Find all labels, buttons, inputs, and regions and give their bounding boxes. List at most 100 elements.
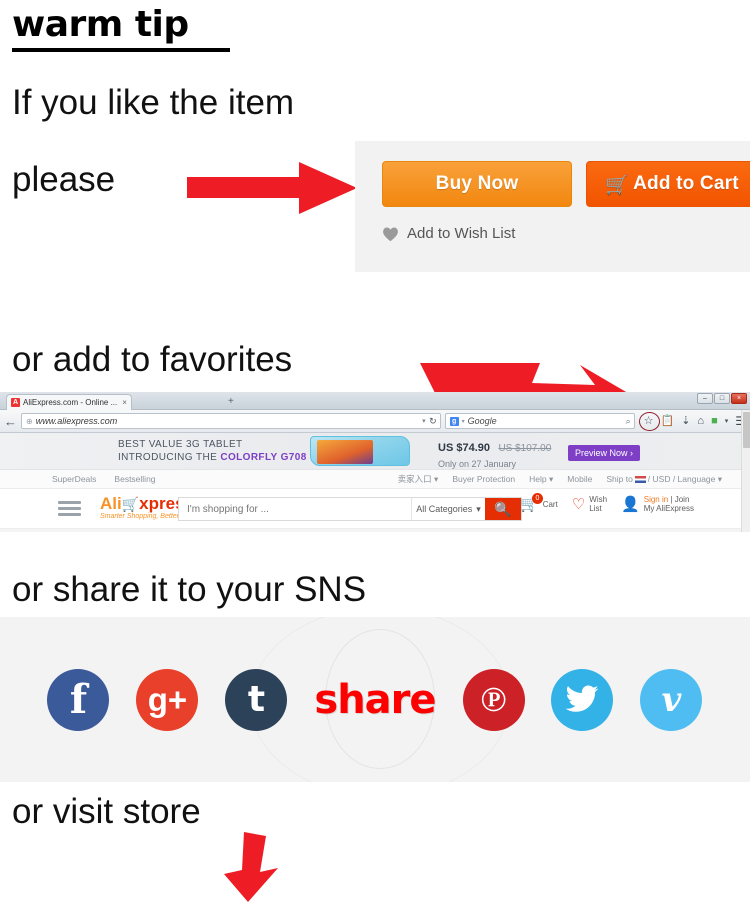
- wish-line-1: Wish: [589, 495, 608, 504]
- promo-line-2-prefix: INTRODUCING THE: [118, 452, 221, 463]
- star-highlight-circle: [638, 411, 660, 431]
- browser-tab[interactable]: A AliExpress.com - Online ... ×: [6, 394, 132, 410]
- promo-price-current: US $74.90: [438, 442, 490, 454]
- header-actions: 🛒 0 Cart ♡ Wish List 👤 Sign in | Join My A…: [520, 492, 694, 513]
- new-tab-button[interactable]: +: [228, 396, 234, 407]
- download-icon[interactable]: ⇣: [681, 415, 690, 427]
- promo-line-2: INTRODUCING THE COLORFLY G708: [118, 451, 307, 464]
- window-controls: – □ ×: [697, 393, 747, 404]
- site-top-nav-right: 卖家入口 ▾ Buyer Protection Help ▾ Mobile Sh…: [398, 473, 722, 485]
- site-search: All Categories▾ 🔍: [178, 497, 522, 521]
- share-label: share: [314, 676, 436, 723]
- nav-bestselling[interactable]: Bestselling: [114, 474, 155, 484]
- nav-superdeals[interactable]: SuperDeals: [52, 474, 96, 484]
- search-button[interactable]: 🔍: [485, 498, 521, 520]
- cart-count-badge: 0: [532, 492, 543, 504]
- close-icon[interactable]: ×: [122, 398, 127, 407]
- minimize-button[interactable]: –: [697, 393, 713, 404]
- tip-line-if-you-like: If you like the item: [12, 83, 295, 122]
- wish-list-label: Add to Wish List: [407, 225, 516, 242]
- promo-availability: Only on 27 January: [438, 459, 517, 469]
- add-to-wish-list[interactable]: Add to Wish List: [382, 225, 515, 242]
- twitter-bird-glyph: [566, 685, 599, 712]
- title-underline: [12, 48, 230, 52]
- tablet-screen: [317, 440, 373, 464]
- back-icon[interactable]: ←: [4, 415, 17, 428]
- search-icon[interactable]: ⌕: [626, 416, 631, 427]
- google-plus-icon[interactable]: g+: [136, 668, 199, 731]
- sign-in-link[interactable]: Sign in: [644, 495, 668, 504]
- tip-line-please: please: [12, 160, 116, 199]
- promo-brand: COLORFLY G708: [220, 452, 307, 463]
- category-select[interactable]: All Categories ▾: [411, 498, 485, 520]
- promo-banner[interactable]: BEST VALUE 3G TABLET INTRODUCING THE COL…: [0, 433, 750, 470]
- cart-button[interactable]: 🛒 0 Cart: [520, 492, 558, 512]
- ship-to-suffix: / USD / Language ▾: [647, 473, 722, 484]
- address-bar-url: www.aliexpress.com: [35, 416, 118, 426]
- shopping-cart-icon: 🛒: [605, 174, 630, 196]
- browser-scrollbar[interactable]: [741, 410, 750, 532]
- tip-line-visit-store: or visit store: [12, 792, 201, 831]
- home-icon[interactable]: ⌂: [697, 415, 704, 427]
- nav-buyer-protection[interactable]: Buyer Protection: [452, 474, 515, 484]
- browser-tab-strip: A AliExpress.com - Online ... × + – □ ×: [0, 392, 750, 410]
- heart-outline-icon: ♡: [571, 495, 586, 513]
- preview-now-button[interactable]: Preview Now ›: [568, 445, 641, 461]
- account-button[interactable]: 👤 Sign in | Join My AliExpress: [621, 495, 694, 513]
- browser-tab-title: AliExpress.com - Online ...: [23, 398, 118, 407]
- vimeo-icon[interactable]: v: [640, 668, 703, 731]
- promo-price-original: US $107.00: [498, 443, 552, 454]
- nav-mobile[interactable]: Mobile: [567, 474, 592, 484]
- maximize-button[interactable]: □: [714, 393, 730, 404]
- page-title: warm tip: [12, 4, 189, 45]
- facebook-icon[interactable]: f: [47, 668, 110, 731]
- purchase-actions-panel: Buy Now 🛒 Add to Cart Add to Wish List: [355, 141, 750, 272]
- my-aliexpress-link[interactable]: My AliExpress: [644, 504, 694, 513]
- wish-list-button[interactable]: ♡ Wish List: [572, 495, 607, 513]
- globe-icon: ⊕: [26, 416, 33, 426]
- tip-line-share-sns: or share it to your SNS: [12, 570, 367, 609]
- twitter-icon[interactable]: [551, 668, 614, 731]
- addon-icon[interactable]: ■: [711, 415, 718, 427]
- arrow-right-icon: [187, 162, 357, 214]
- tip-line-add-favorites: or add to favorites: [12, 340, 293, 379]
- chevron-down-icon[interactable]: ▾: [725, 418, 729, 425]
- tumblr-icon[interactable]: t: [225, 668, 288, 731]
- pinterest-icon[interactable]: ℗: [462, 668, 525, 731]
- search-input[interactable]: [179, 498, 411, 520]
- site-header: Ali🛒xpress Smarter Shopping, Better Livi…: [0, 489, 750, 529]
- buy-now-button[interactable]: Buy Now: [382, 161, 572, 207]
- promo-line-1: BEST VALUE 3G TABLET: [118, 439, 243, 450]
- search-icon: 🔍: [494, 500, 512, 517]
- user-icon: 👤: [621, 495, 640, 513]
- us-flag-icon: [634, 475, 646, 483]
- aliexpress-favicon: A: [11, 398, 20, 407]
- account-label: Sign in | Join My AliExpress: [644, 495, 694, 513]
- chevron-down-icon[interactable]: ▾: [422, 417, 426, 425]
- join-link[interactable]: | Join: [668, 495, 689, 504]
- site-top-nav-left: SuperDeals Bestselling: [52, 474, 156, 484]
- address-bar[interactable]: ⊕ www.aliexpress.com ▾ ↻: [21, 413, 441, 429]
- tablet-product-image: [310, 436, 410, 466]
- hamburger-menu-icon[interactable]: [58, 501, 81, 516]
- chevron-down-icon[interactable]: ▾: [462, 418, 465, 425]
- add-to-cart-label: Add to Cart: [633, 173, 739, 194]
- cart-label: Cart: [542, 499, 558, 509]
- nav-ship-to[interactable]: Ship to / USD / Language ▾: [606, 474, 722, 485]
- nav-help[interactable]: Help ▾: [529, 474, 553, 485]
- google-icon: g: [449, 416, 459, 426]
- add-to-cart-button[interactable]: 🛒 Add to Cart: [586, 161, 750, 207]
- close-window-button[interactable]: ×: [731, 393, 747, 404]
- browser-screenshot: A AliExpress.com - Online ... × + – □ × …: [0, 392, 750, 532]
- browser-search-bar[interactable]: g ▾ Google ⌕: [444, 413, 635, 429]
- purchase-button-row: Buy Now 🛒 Add to Cart: [382, 161, 750, 207]
- clipboard-icon[interactable]: 📋: [660, 415, 674, 427]
- social-icon-row: f g+ t share ℗ v: [0, 617, 750, 782]
- nav-seller-entry[interactable]: 卖家入口 ▾: [398, 473, 439, 485]
- search-engine-label: Google: [467, 416, 497, 426]
- browser-toolbar-icons: ☆ 📋 ⇣ ⌂ ■ ▾ ☰: [638, 411, 746, 431]
- star-icon[interactable]: ☆: [638, 411, 660, 431]
- reload-icon[interactable]: ↻: [429, 416, 437, 427]
- scrollbar-thumb[interactable]: [743, 412, 750, 448]
- promo-text: BEST VALUE 3G TABLET INTRODUCING THE COL…: [118, 438, 307, 464]
